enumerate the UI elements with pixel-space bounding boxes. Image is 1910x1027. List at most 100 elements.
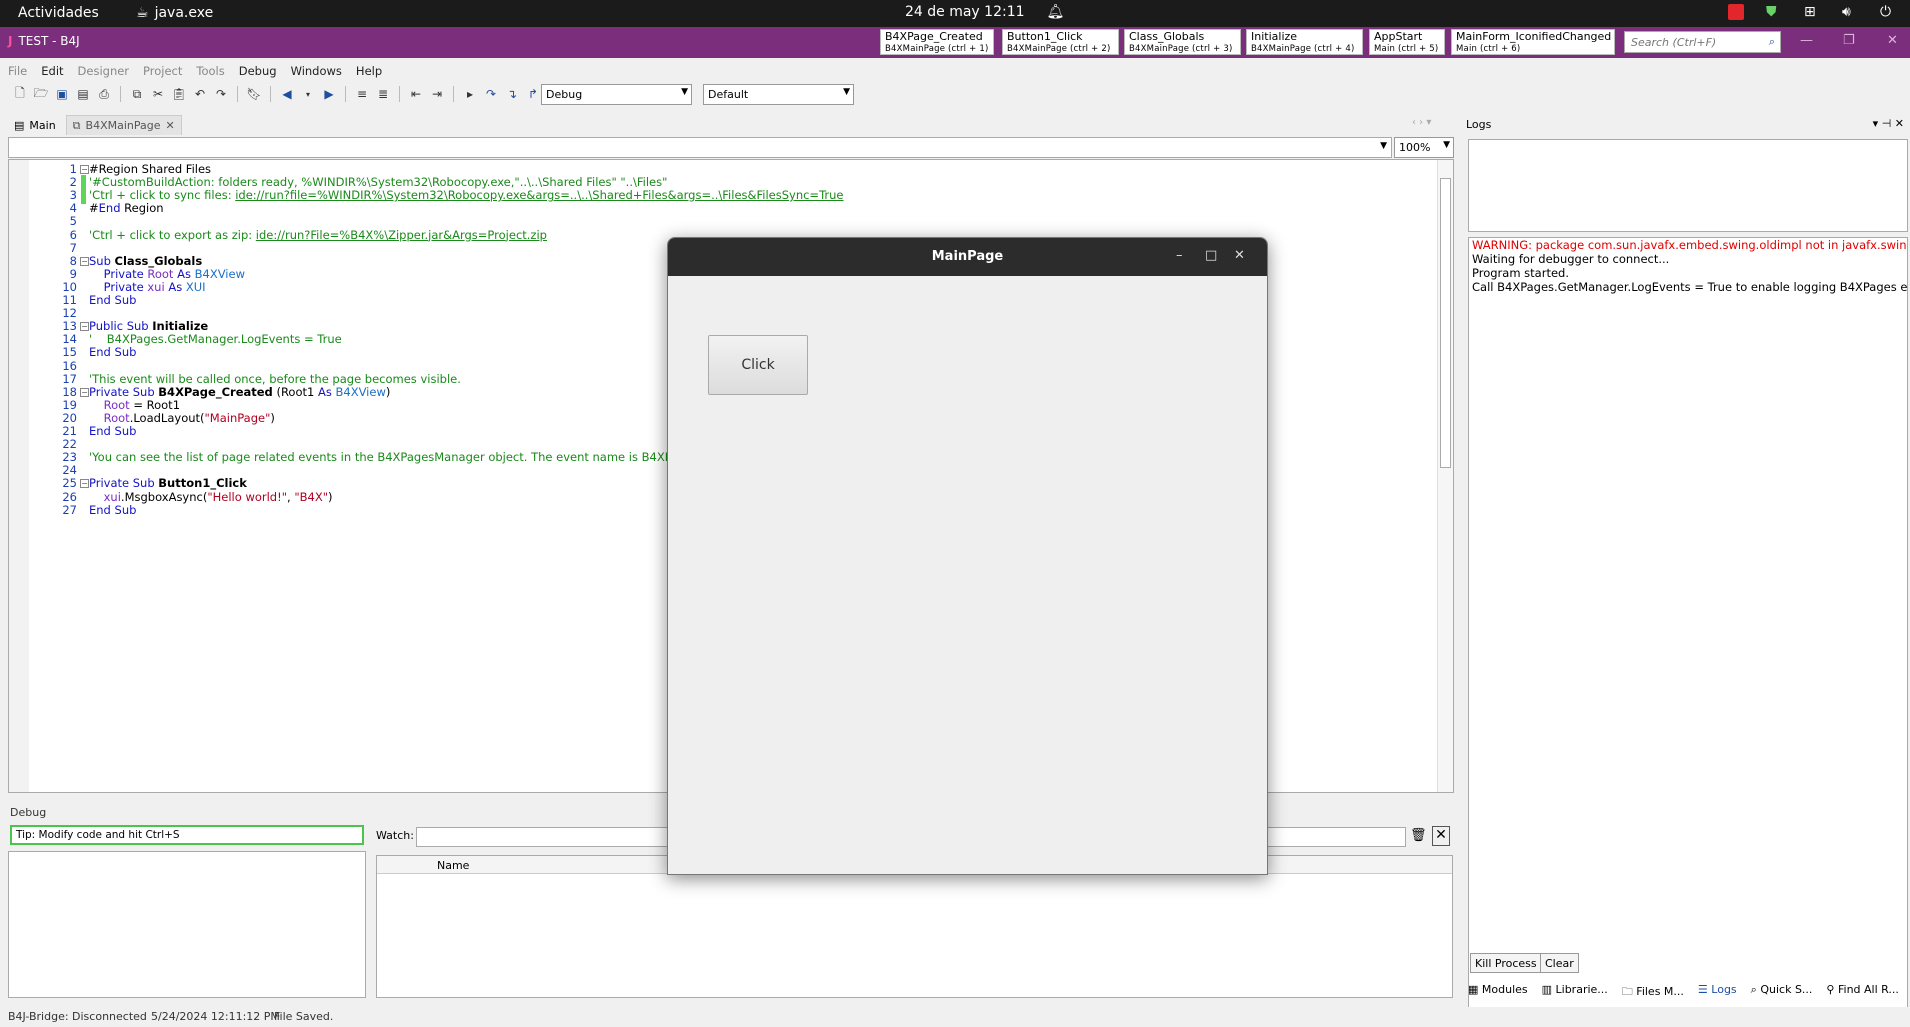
editor-scrollbar[interactable]	[1437, 160, 1453, 792]
tab-b4xmainpage[interactable]: ⧉ B4XMainPage ✕	[65, 115, 182, 135]
line-number: 2	[69, 175, 77, 190]
code-text: End Sub	[89, 293, 137, 307]
tab-logs[interactable]: ☰ Logs	[1698, 983, 1737, 1002]
mainpage-title-bar[interactable]: MainPage – □ ✕	[668, 238, 1267, 276]
tab-label: Quick S...	[1760, 983, 1813, 996]
anydesk-icon[interactable]	[1728, 4, 1744, 20]
open-folder-icon[interactable]: 🗁	[33, 86, 49, 102]
menu-file[interactable]: File	[8, 64, 27, 78]
search-icon[interactable]: ⌕	[1769, 35, 1775, 49]
clear-watch-icon[interactable]: ✕	[1432, 826, 1450, 846]
shield-icon[interactable]: ⛊	[1766, 4, 1782, 20]
click-button[interactable]: Click	[708, 335, 808, 395]
menu-help[interactable]: Help	[356, 64, 382, 78]
uncomment-icon[interactable]: ≣	[375, 86, 391, 102]
tab-quick-search[interactable]: ⌕ Quick S...	[1751, 983, 1813, 1002]
tab-main[interactable]: ▤ Main	[8, 115, 62, 135]
logs-panel: Logs ▾ ⊣ ✕ WARNING: package com.sun.java…	[1462, 115, 1910, 1027]
back-icon[interactable]: ◀	[279, 86, 295, 102]
step-over-icon[interactable]: ↷	[483, 86, 499, 102]
menu-designer[interactable]: Designer	[78, 64, 130, 78]
chevron-down-icon: ▼	[1380, 141, 1387, 151]
build-config-select[interactable]: Debug ▼	[541, 84, 692, 105]
fold-toggle-icon[interactable]: −	[80, 479, 89, 489]
indent-icon[interactable]: ⇥	[429, 86, 445, 102]
line-number: 18	[62, 384, 77, 399]
close-icon[interactable]: ✕	[1887, 33, 1898, 48]
quick-tab-initialize[interactable]: Initialize B4XMainPage (ctrl + 4)	[1246, 29, 1363, 55]
line-number: 12	[62, 306, 77, 321]
undo-icon[interactable]: ↶	[192, 86, 208, 102]
java-icon: ☕	[136, 5, 149, 21]
toolbar-separator	[453, 86, 454, 102]
quick-tab-class-globals[interactable]: Class_Globals B4XMainPage (ctrl + 3)	[1124, 29, 1241, 55]
search-input[interactable]: Search (Ctrl+F) ⌕	[1624, 31, 1781, 53]
scrollbar-thumb[interactable]	[1440, 178, 1451, 468]
line-number: 25	[62, 476, 77, 491]
quick-tab-b4xpage-created[interactable]: B4XPage_Created B4XMainPage (ctrl + 1)	[880, 29, 994, 55]
run-icon[interactable]: ▸	[462, 86, 478, 102]
toolbar: 🗋 🗁 ▣ ▤ ⎙ ⧉ ✂ 📋︎ ↶ ↷ 🔖︎ ◀ ▾ ▶ ≡ ≣ ⇤ ⇥ ▸ …	[0, 84, 1910, 104]
power-icon[interactable]: ⏻	[1880, 4, 1896, 20]
zoom-select[interactable]: 100% ▼	[1394, 137, 1454, 158]
line-number: 4	[69, 201, 77, 216]
tab-find-all-references[interactable]: ⚲ Find All R...	[1826, 983, 1898, 1002]
cut-icon[interactable]: ✂	[150, 86, 166, 102]
volume-icon[interactable]: 🔊︎	[1842, 4, 1858, 20]
menu-debug[interactable]: Debug	[239, 64, 277, 78]
close-tab-icon[interactable]: ✕	[166, 119, 175, 132]
log-line: Waiting for debugger to connect...	[1472, 252, 1670, 266]
logs-output[interactable]: WARNING: package com.sun.javafx.embed.sw…	[1468, 237, 1908, 1027]
clear-logs-button[interactable]: Clear	[1540, 953, 1579, 973]
sub-selector[interactable]: ▼	[8, 137, 1392, 158]
app-menu[interactable]: ☕ java.exe	[136, 5, 213, 21]
activities-button[interactable]: Actividades	[18, 5, 99, 21]
quick-tab-mainform-iconified[interactable]: MainForm_IconifiedChanged Main (ctrl + 6…	[1451, 29, 1615, 55]
package-config-select[interactable]: Default ▼	[703, 84, 854, 105]
step-in-icon[interactable]: ↴	[504, 86, 520, 102]
minimize-icon[interactable]: –	[1176, 248, 1183, 263]
redo-icon[interactable]: ↷	[213, 86, 229, 102]
call-stack-list[interactable]	[8, 851, 366, 998]
forward-icon[interactable]: ▶	[321, 86, 337, 102]
line-number: 14	[62, 332, 77, 347]
quick-tab-label: Class_Globals	[1129, 30, 1205, 43]
paste-icon[interactable]: 📋︎	[171, 86, 187, 102]
fold-toggle-icon[interactable]: −	[80, 387, 89, 397]
maximize-icon[interactable]: □	[1205, 248, 1217, 263]
tab-scroll-icon[interactable]: ‹ › ▾	[1412, 117, 1431, 128]
minimize-icon[interactable]: —	[1800, 33, 1813, 48]
kill-process-button[interactable]: Kill Process	[1470, 953, 1542, 973]
fold-toggle-icon[interactable]: −	[80, 165, 89, 174]
save-all-icon[interactable]: ▤	[75, 86, 91, 102]
variables-grid[interactable]: Name	[376, 855, 1453, 998]
tab-label: Find All R...	[1837, 983, 1899, 996]
menu-windows[interactable]: Windows	[291, 64, 342, 78]
copy-icon[interactable]: ⧉	[129, 86, 145, 102]
network-icon[interactable]: ⊞	[1804, 4, 1820, 20]
back-dropdown-icon[interactable]: ▾	[300, 86, 316, 102]
restore-icon[interactable]: ❐	[1843, 33, 1855, 48]
close-icon[interactable]: ✕	[1234, 248, 1245, 263]
menu-edit[interactable]: Edit	[41, 64, 63, 78]
quick-tab-appstart[interactable]: AppStart Main (ctrl + 5)	[1369, 29, 1445, 55]
comment-icon[interactable]: ≡	[354, 86, 370, 102]
save-icon[interactable]: ▣	[54, 86, 70, 102]
quick-tab-button1-click[interactable]: Button1_Click B4XMainPage (ctrl + 2)	[1002, 29, 1119, 55]
outdent-icon[interactable]: ⇤	[408, 86, 424, 102]
grid-header-name[interactable]: Name	[437, 859, 469, 872]
bookmark-icon[interactable]: 🔖︎	[246, 86, 262, 102]
step-out-icon[interactable]: ↱	[525, 86, 541, 102]
fold-toggle-icon[interactable]: −	[80, 256, 89, 266]
clock[interactable]: 24 de may 12:11 🔔︎	[905, 4, 1064, 20]
print-icon[interactable]: ⎙	[96, 86, 112, 102]
tab-files-manager[interactable]: 🗀 Files M...	[1622, 983, 1684, 1002]
menu-tools[interactable]: Tools	[196, 64, 224, 78]
fold-toggle-icon[interactable]: −	[80, 322, 89, 332]
tab-libraries[interactable]: ▥ Librarie...	[1542, 983, 1608, 1002]
new-file-icon[interactable]: 🗋	[12, 86, 28, 102]
panel-controls-icon[interactable]: ▾ ⊣ ✕	[1873, 117, 1904, 130]
menu-project[interactable]: Project	[143, 64, 182, 78]
trash-icon[interactable]: 🗑︎	[1410, 828, 1427, 843]
tab-modules[interactable]: ▦ Modules	[1468, 983, 1528, 1002]
